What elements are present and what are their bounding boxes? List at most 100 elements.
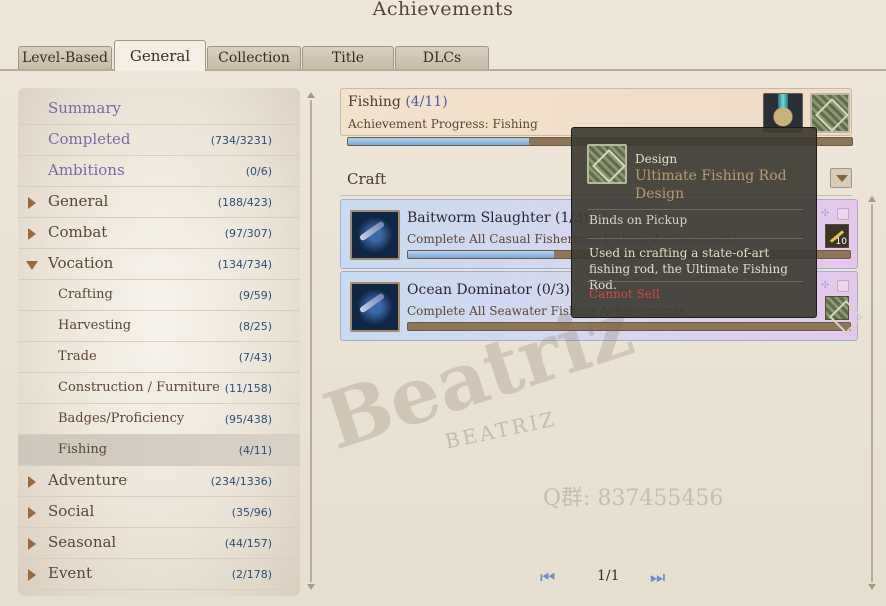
sidebar-item-social[interactable]: Social (35/96)	[18, 497, 300, 528]
window-title: Achievements	[372, 0, 514, 20]
scroll-up-arrow-icon[interactable]	[868, 196, 876, 202]
sidebar-item-label: Seasonal	[48, 533, 117, 551]
sidebar-item-label: Fishing	[58, 442, 108, 457]
sidebar-item-count: (0/6)	[245, 165, 272, 178]
tooltip-divider	[587, 238, 803, 239]
sidebar-item-count: (134/734)	[217, 258, 272, 271]
sidebar-item-crafting[interactable]: Crafting (9/59)	[18, 280, 300, 311]
achievement-list-scrollbar[interactable]	[868, 196, 876, 590]
scroll-track[interactable]	[310, 100, 312, 582]
sidebar-item-seasonal[interactable]: Seasonal (44/157)	[18, 528, 300, 559]
sidebar-item-label: Completed	[48, 130, 131, 148]
page-indicator: 1/1	[597, 568, 620, 584]
pin-icon[interactable]: ✣	[821, 280, 829, 291]
track-checkbox[interactable]	[837, 208, 849, 220]
tab-level-based[interactable]: Level-Based	[18, 46, 112, 70]
tooltip-description: Used in crafting a state-of-art fishing …	[589, 246, 788, 292]
sidebar-item-count: (95/438)	[224, 413, 272, 426]
tooltip-divider	[587, 209, 803, 210]
scroll-down-arrow-icon[interactable]	[307, 584, 315, 590]
sidebar-item-label: Vocation	[48, 254, 114, 272]
sidebar-item-count: (9/59)	[238, 289, 272, 302]
category-desc: Achievement Progress: Fishing	[348, 117, 538, 131]
sidebar-item-label: Trade	[58, 349, 97, 364]
reward-quantity: 10	[835, 237, 847, 247]
sidebar-item-ambitions[interactable]: Ambitions (0/6)	[18, 156, 300, 187]
tooltip-binding: Binds on Pickup	[589, 213, 688, 227]
expanded-arrow-icon[interactable]	[26, 261, 38, 270]
tooltip-divider	[587, 281, 803, 282]
sidebar-item-count: (2/178)	[231, 568, 272, 581]
sidebar-item-general[interactable]: General (188/423)	[18, 187, 300, 218]
sidebar-item-count: (4/11)	[238, 444, 272, 457]
tooltip-sell-status: Cannot Sell	[589, 287, 660, 301]
sidebar-item-count: (8/25)	[238, 320, 272, 333]
item-tooltip: Design Ultimate Fishing Rod Design Binds…	[571, 127, 817, 318]
sidebar-item-harvesting[interactable]: Harvesting (8/25)	[18, 311, 300, 342]
collapsed-arrow-icon[interactable]	[28, 538, 36, 550]
sidebar-item-adventure[interactable]: Adventure (234/1336)	[18, 466, 300, 497]
sidebar-item-event[interactable]: Event (2/178)	[18, 559, 300, 590]
sidebar-item-label: Event	[48, 564, 92, 582]
tooltip-item-name: Ultimate Fishing Rod Design	[635, 168, 787, 202]
sidebar-item-count: (44/157)	[224, 537, 272, 550]
sidebar-item-label: Crafting	[58, 287, 113, 302]
design-reward-icon[interactable]	[825, 296, 849, 320]
track-checkbox[interactable]	[837, 280, 849, 292]
scroll-down-arrow-icon[interactable]	[868, 584, 876, 590]
collapsed-arrow-icon[interactable]	[28, 507, 36, 519]
collapsed-arrow-icon[interactable]	[28, 228, 36, 240]
collapsed-arrow-icon[interactable]	[28, 197, 36, 209]
first-page-icon[interactable]: ⏮	[540, 568, 566, 588]
collapsed-arrow-icon[interactable]	[28, 476, 36, 488]
tab-collection[interactable]: Collection	[207, 46, 301, 70]
sidebar-item-label: Adventure	[48, 471, 128, 489]
design-scroll-icon	[587, 144, 627, 184]
filter-dropdown-button[interactable]	[830, 168, 852, 188]
fish-trophy-icon	[350, 282, 400, 332]
sidebar-item-label: Summary	[48, 99, 121, 117]
category-sidebar: Summary Completed (734/3231) Ambitions (0/6)…	[18, 88, 300, 596]
sidebar-item-label: Social	[48, 502, 95, 520]
tab-dlcs[interactable]: DLCs	[395, 46, 489, 70]
achievement-progress-fill	[408, 251, 554, 258]
tab-title[interactable]: Title	[302, 46, 394, 70]
sidebar-item-combat[interactable]: Combat (97/307)	[18, 218, 300, 249]
sidebar-item-label: Harvesting	[58, 318, 132, 333]
sidebar-item-count: (234/1336)	[210, 475, 272, 488]
sidebar-item-completed[interactable]: Completed (734/3231)	[18, 125, 300, 156]
sidebar-item-label: Ambitions	[48, 161, 125, 179]
sidebar-item-label: Badges/Proficiency	[58, 411, 185, 426]
category-count: (4/11)	[405, 94, 448, 110]
sidebar-item-label: Construction / Furniture	[58, 380, 220, 395]
sidebar-item-label: General	[48, 192, 109, 210]
sidebar-item-fishing[interactable]: Fishing (4/11)	[18, 435, 300, 466]
pin-icon[interactable]: ✣	[821, 208, 829, 219]
sidebar-item-construction-furniture[interactable]: Construction / Furniture (11/158)	[18, 373, 300, 404]
fishing-rod-reward-icon[interactable]: 10	[825, 224, 849, 248]
sidebar-item-vocation[interactable]: Vocation (134/734)	[18, 249, 300, 280]
collapsed-arrow-icon[interactable]	[28, 569, 36, 581]
tab-general[interactable]: General	[114, 40, 206, 71]
scroll-track[interactable]	[871, 204, 873, 582]
sidebar-item-count: (35/96)	[231, 506, 272, 519]
last-page-icon[interactable]: ⏭	[650, 568, 676, 588]
sidebar-item-count: (11/158)	[224, 382, 272, 395]
sidebar-item-count: (188/423)	[217, 196, 272, 209]
category-title: Fishing	[348, 94, 401, 110]
sidebar-item-summary[interactable]: Summary	[18, 94, 300, 125]
sidebar-item-trade[interactable]: Trade (7/43)	[18, 342, 300, 373]
fish-trophy-icon	[350, 210, 400, 260]
pagination: ⏮ 1/1 ⏭	[540, 566, 680, 590]
sidebar-item-badges-proficiency[interactable]: Badges/Proficiency (95/438)	[18, 404, 300, 435]
sidebar-item-count: (7/43)	[238, 351, 272, 364]
achievement-count: (0/3)	[536, 282, 570, 298]
tooltip-category: Design	[635, 152, 678, 166]
achievements-window: Achievements Level-Based General Collect…	[0, 0, 886, 606]
category-name: Fishing (4/11)	[348, 94, 448, 110]
watermark-qq: Q群: 837455456	[543, 486, 724, 511]
scroll-up-arrow-icon[interactable]	[307, 92, 315, 98]
category-progress-fill	[348, 138, 530, 145]
sidebar-item-label: Combat	[48, 223, 108, 241]
sidebar-scrollbar[interactable]	[307, 92, 315, 590]
